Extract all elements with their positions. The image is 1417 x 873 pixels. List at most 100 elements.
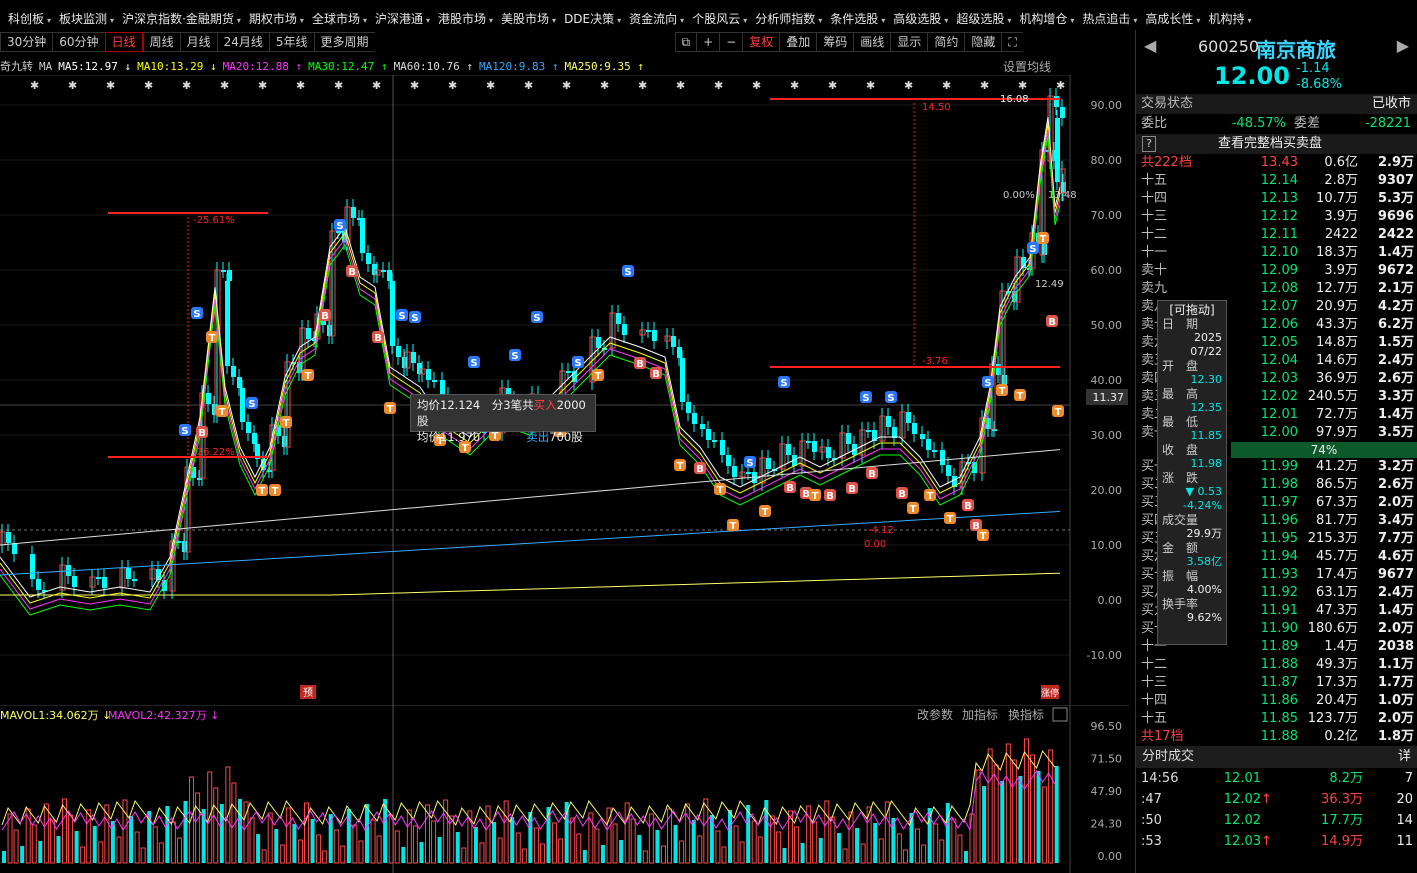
nav-item[interactable]: 沪深京指数·金融期货 ▾ [114, 8, 241, 30]
tool-1[interactable]: 叠加 [779, 32, 817, 52]
signal-star: ✱ [980, 79, 989, 92]
level-volume: 2.1万 [1377, 281, 1414, 296]
period-tab[interactable]: 更多周期 [313, 32, 375, 52]
nav-item[interactable]: 超级选股 ▾ [948, 8, 1011, 30]
close-panel-icon[interactable] [1052, 707, 1068, 722]
tick-row: :53 12.03 ↑ 14.9万 11 [1136, 831, 1417, 852]
fullscreen-icon[interactable]: ⛶ [1001, 32, 1023, 52]
nav-label: 美股市场 [501, 12, 550, 26]
nav-item[interactable]: 个股风云 ▾ [684, 8, 747, 30]
level-amount: 14.8万 [1316, 335, 1358, 350]
svg-text:S: S [1029, 244, 1036, 255]
y-tick-label: 20.00 [1091, 484, 1123, 497]
volume-bar [957, 834, 963, 864]
volume-bar [558, 838, 564, 864]
volume-bar [376, 835, 382, 864]
volume-bar [401, 847, 406, 863]
level-price: 11.89 [1260, 639, 1298, 654]
period-tab[interactable]: 5年线 [268, 32, 314, 52]
signal-star: ✱ [562, 79, 571, 92]
volume-bar [340, 845, 346, 864]
tool-2[interactable]: 筹码 [816, 32, 854, 52]
nav-item[interactable]: 条件选股 ▾ [822, 8, 885, 30]
svg-text:T: T [305, 371, 312, 382]
period-tab[interactable]: 30分钟 [0, 32, 53, 52]
ma-settings-button[interactable]: 设置均线 [1003, 58, 1051, 75]
zoom-in-icon[interactable]: + [696, 32, 720, 52]
volume-bar [62, 798, 67, 864]
nav-item[interactable]: 资金流向 ▾ [621, 8, 684, 30]
prev-stock-icon[interactable]: ◀ [1144, 36, 1156, 55]
nav-item[interactable]: 港股市场 ▾ [430, 8, 493, 30]
nav-item[interactable]: 高成长性 ▾ [1137, 8, 1200, 30]
nav-item[interactable]: DDE决策 ▾ [556, 8, 621, 30]
indicator-link[interactable]: 改参数 [917, 707, 953, 722]
level-amount: 3.9万 [1324, 263, 1358, 278]
trade-signal-marker: T [206, 331, 218, 344]
volume-bar [1000, 781, 1005, 863]
tick-time: 14:56 [1141, 771, 1179, 786]
svg-text:B: B [1048, 317, 1056, 328]
ticks-detail-button[interactable]: 详 [1398, 746, 1411, 768]
period-tab[interactable]: 日线 [104, 32, 143, 52]
volume-bar [685, 803, 691, 864]
vol-y-tick: 47.90 [1091, 785, 1123, 798]
nav-item[interactable]: 机构持 ▾ [1200, 8, 1251, 30]
volume-chart[interactable]: MAVOL1:34.062万 ↓MAVOL2:42.327万 ↓ 改参数 加指标 换指… [0, 705, 1130, 873]
nav-item[interactable]: 美股市场 ▾ [493, 8, 556, 30]
period-tab[interactable]: 周线 [142, 32, 180, 52]
indicator-link[interactable]: 加指标 [962, 707, 998, 722]
level-amount: 43.3万 [1316, 317, 1358, 332]
y-tick-label: 0.00 [1098, 594, 1123, 607]
nav-item[interactable]: 板块监测 ▾ [51, 8, 114, 30]
nav-item[interactable]: 全球市场 ▾ [304, 8, 367, 30]
volume-bar [147, 811, 152, 863]
indicator-link[interactable]: 换指标 [1008, 707, 1044, 722]
volume-bar [297, 839, 303, 864]
nav-item[interactable]: 机构增仓 ▾ [1011, 8, 1074, 30]
volume-bar [358, 840, 364, 864]
nav-item[interactable]: 高级选股 ▾ [885, 8, 948, 30]
nav-label: 港股市场 [438, 12, 487, 26]
svg-text:T: T [1017, 391, 1024, 402]
level-amount: 41.2万 [1316, 459, 1358, 474]
volume-bar [1018, 776, 1023, 863]
period-tab[interactable]: 月线 [179, 32, 217, 52]
next-stock-icon[interactable]: ▶ [1397, 36, 1409, 55]
period-tab[interactable]: 60分钟 [52, 32, 105, 52]
period-tab[interactable]: 24月线 [216, 32, 269, 52]
volume-bar [419, 842, 424, 863]
nav-item[interactable]: 热点追击 ▾ [1074, 8, 1137, 30]
candle [706, 421, 711, 448]
level-price: 12.00 [1260, 425, 1298, 440]
nav-item[interactable]: 科创板 ▾ [0, 8, 51, 30]
ohlc-popup[interactable]: [可拖动] 日 期 2025 07/22 开 盘 12.30 最 高 12.35 最 低… [1157, 300, 1227, 645]
nav-item[interactable]: 沪深港通 ▾ [367, 8, 430, 30]
vol-y-tick: 71.50 [1091, 753, 1123, 766]
trade-signal-marker: T [759, 505, 771, 518]
zoom-out-icon[interactable]: − [719, 32, 743, 52]
level-volume: 2.0万 [1377, 621, 1414, 636]
tool-0[interactable]: 复权 [742, 32, 780, 52]
ticks-header[interactable]: 分时成交详 [1136, 746, 1417, 768]
tool-5[interactable]: 简约 [927, 32, 965, 52]
chart-annotation: -26.22% [193, 447, 235, 458]
tick-volume: 36.3万 [1321, 792, 1363, 807]
nav-label: 个股风云 [692, 12, 741, 26]
full-book-link[interactable]: ? 查看完整档买卖盘 [1136, 134, 1417, 154]
volume-bar [176, 837, 182, 864]
nav-item[interactable]: 期权市场 ▾ [241, 8, 304, 30]
lock-icon[interactable]: ⧉ [674, 32, 697, 52]
volume-bar [655, 830, 660, 863]
volume-bar [170, 821, 176, 864]
svg-text:B: B [696, 464, 704, 475]
level-volume: 9696 [1377, 209, 1414, 224]
candlestick-chart[interactable]: 90.00 80.00 70.00 60.00 50.00 40.00 30.00 20.00… [0, 75, 1130, 705]
tool-4[interactable]: 显示 [890, 32, 928, 52]
tool-3[interactable]: 画线 [853, 32, 891, 52]
level-volume: 1.5万 [1377, 335, 1414, 350]
nav-item[interactable]: 分析师指数 ▾ [747, 8, 822, 30]
candle [12, 535, 17, 562]
tool-6[interactable]: 隐藏 [964, 32, 1002, 52]
trade-signal-marker: S [885, 391, 897, 404]
